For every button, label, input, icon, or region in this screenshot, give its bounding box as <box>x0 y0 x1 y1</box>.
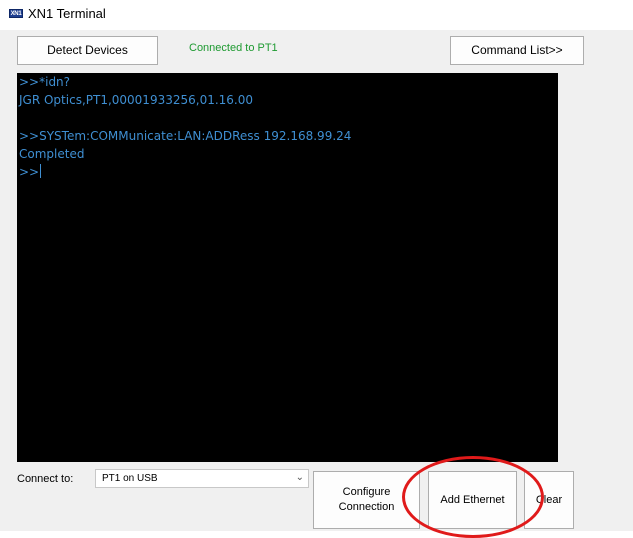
terminal-line: JGR Optics,PT1,00001933256,01.16.00 <box>19 93 254 107</box>
terminal-line: >>*idn? <box>19 75 71 89</box>
connection-status: Connected to PT1 <box>189 42 278 54</box>
terminal-prompt: >> <box>19 165 40 179</box>
window-title: XN1 Terminal <box>28 6 106 21</box>
app-icon: XN1 <box>9 9 23 18</box>
add-ethernet-button[interactable]: Add Ethernet <box>428 471 517 529</box>
detect-devices-button[interactable]: Detect Devices <box>17 36 158 65</box>
command-list-button[interactable]: Command List>> <box>450 36 584 65</box>
terminal-prompt-line: >> <box>19 163 556 181</box>
connect-to-label: Connect to: <box>17 473 74 485</box>
terminal-line: >>SYSTem:COMMunicate:LAN:ADDRess 192.168… <box>19 129 352 143</box>
connect-to-dropdown[interactable]: PT1 on USB ⌄ <box>95 469 309 488</box>
configure-connection-button[interactable]: Configure Connection <box>313 471 420 529</box>
connect-to-selected: PT1 on USB <box>102 473 158 484</box>
terminal-line: Completed <box>19 147 85 161</box>
terminal-output[interactable]: >>*idn? JGR Optics,PT1,00001933256,01.16… <box>17 73 558 462</box>
clear-button[interactable]: Clear <box>524 471 574 529</box>
chevron-down-icon[interactable]: ⌄ <box>296 472 304 483</box>
title-bar: XN1 XN1 Terminal <box>0 0 633 30</box>
text-cursor <box>40 164 42 178</box>
